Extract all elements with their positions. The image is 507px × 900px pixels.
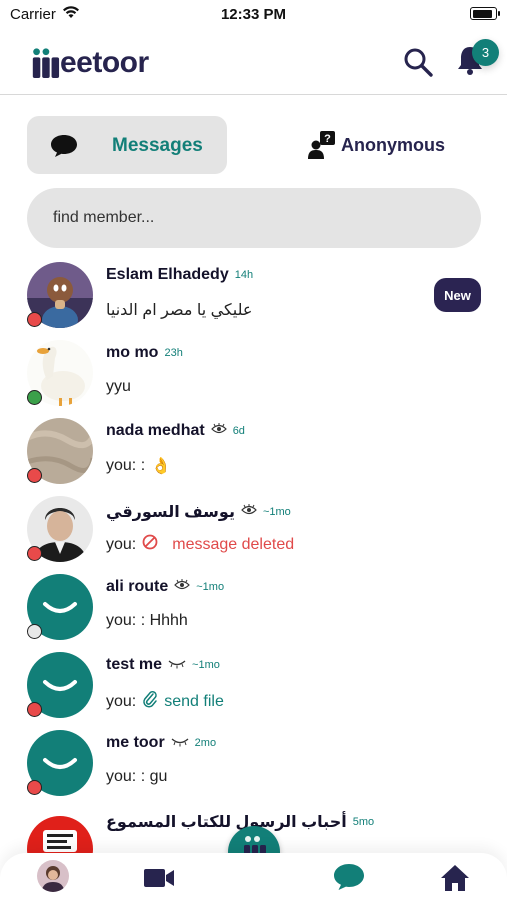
- conversation-row[interactable]: test me ~1mo you: send file: [0, 652, 507, 730]
- video-icon[interactable]: [143, 867, 175, 894]
- presence-indicator: [27, 468, 42, 483]
- message-time: 2mo: [194, 737, 217, 749]
- conversation-row[interactable]: nada medhat 6d you: : 👌: [0, 418, 507, 496]
- message-time: 6d: [232, 425, 245, 437]
- find-member-input[interactable]: [53, 204, 433, 232]
- tab-anonymous[interactable]: ? Anonymous: [277, 116, 481, 174]
- tab-anonymous-label: Anonymous: [341, 135, 446, 155]
- status-bar: Carrier 12:33 PM: [0, 0, 507, 30]
- message-time: 14h: [234, 269, 254, 281]
- notification-count-badge[interactable]: 3: [472, 39, 499, 66]
- logo-mark-icon: [32, 48, 60, 78]
- conversation-row[interactable]: يوسف السورقي ~1mo you: message deleted: [0, 496, 507, 574]
- message-time: 23h: [164, 347, 183, 359]
- message-preview: عليكي يا مصر ام الدنيا: [106, 302, 253, 319]
- message-preview: you: : Hhhh: [106, 612, 188, 629]
- conversation-row[interactable]: ali route ~1mo you: : Hhhh: [0, 574, 507, 652]
- presence-indicator: [27, 702, 42, 717]
- find-member-search[interactable]: [27, 188, 481, 248]
- conversation-row[interactable]: Eslam Elhadedy 14h عليكي يا مصر ام الدني…: [0, 262, 507, 340]
- app-header: eetoor 3: [0, 30, 507, 95]
- contact-name: ali route: [106, 578, 169, 595]
- chat-icon[interactable]: [332, 862, 366, 897]
- ok-hand-emoji: 👌: [151, 458, 172, 475]
- new-message-badge: New: [434, 278, 481, 312]
- message-type-tabs: Messages ? Anonymous: [27, 116, 481, 174]
- conversation-row[interactable]: mo mo 23h yyu: [0, 340, 507, 418]
- meetoor-logo: eetoor: [30, 44, 149, 78]
- presence-indicator: [27, 312, 42, 327]
- battery-icon: [470, 7, 500, 20]
- preview-prefix: you:: [106, 692, 137, 710]
- contact-name: me toor: [106, 734, 165, 751]
- profile-avatar[interactable]: [37, 860, 69, 892]
- bottom-navigation: [0, 853, 507, 900]
- closed-eye-icon: [168, 656, 186, 674]
- message-time: ~1mo: [262, 506, 291, 518]
- seen-eye-icon: [210, 422, 227, 440]
- message-preview: message deleted: [172, 535, 295, 553]
- contact-name: test me: [106, 656, 163, 673]
- tab-messages[interactable]: Messages: [27, 116, 227, 174]
- clock: 12:33 PM: [220, 6, 287, 23]
- closed-eye-icon: [171, 734, 189, 752]
- message-time: ~1mo: [196, 581, 225, 593]
- contact-name: يوسف السورقي: [106, 504, 235, 521]
- deleted-icon: [142, 534, 158, 555]
- message-preview: yyu: [106, 378, 131, 395]
- seen-eye-icon: [241, 503, 257, 521]
- contact-name: mo mo: [106, 344, 159, 361]
- message-preview: you: :: [106, 457, 146, 474]
- presence-indicator: [27, 390, 42, 405]
- conversation-row[interactable]: me toor 2mo you: : gu: [0, 730, 507, 808]
- presence-indicator: [27, 780, 42, 795]
- message-preview: send file: [164, 692, 224, 710]
- presence-indicator: [27, 546, 42, 561]
- avatar: [27, 816, 93, 853]
- anonymous-user-icon: ?: [307, 130, 337, 165]
- contact-name: nada medhat: [106, 422, 205, 439]
- search-icon[interactable]: [402, 46, 434, 83]
- presence-indicator: [27, 624, 42, 639]
- contact-name: Eslam Elhadedy: [106, 266, 229, 283]
- preview-prefix: you:: [106, 535, 137, 553]
- svg-text:?: ?: [324, 133, 331, 145]
- message-time: ~1mo: [192, 659, 220, 671]
- seen-eye-icon: [174, 578, 191, 596]
- message-time: 5mo: [352, 816, 375, 828]
- contact-name: أحباب الرسول للكتاب المسموع: [106, 814, 347, 831]
- message-preview: you: : gu: [106, 768, 168, 785]
- chat-bubble-icon: [49, 133, 79, 164]
- paperclip-icon: [142, 690, 158, 713]
- home-icon[interactable]: [440, 864, 470, 897]
- tab-messages-label: Messages: [112, 135, 203, 156]
- logo-wordmark: eetoor: [60, 46, 149, 79]
